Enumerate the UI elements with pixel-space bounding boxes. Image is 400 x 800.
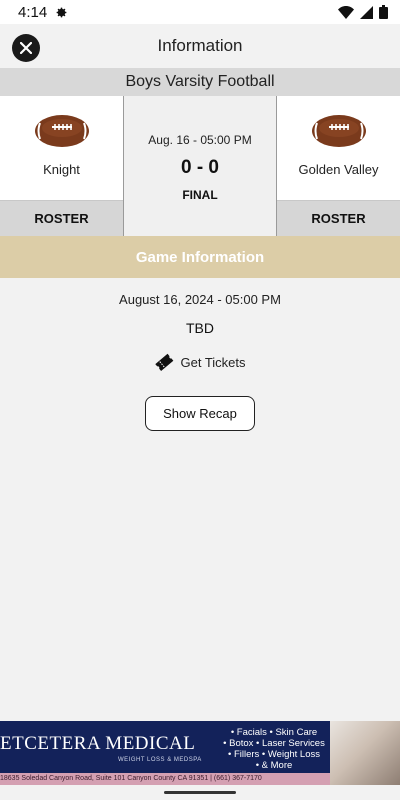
status-bar: 4:14: [0, 0, 400, 24]
game-information-banner: Game Information: [0, 236, 400, 278]
navigation-bar: [0, 785, 400, 800]
away-roster-button[interactable]: ROSTER: [277, 200, 400, 236]
matchup-panel: Knight ROSTER Aug. 16 - 05:00 PM 0 - 0 F…: [0, 96, 400, 236]
page-title: Information: [157, 36, 243, 55]
ad-brand: ETCETERA MEDICAL: [0, 733, 196, 754]
app-header: Information: [0, 24, 400, 68]
signal-icon: [360, 5, 373, 19]
ad-service-line: • & More: [255, 760, 293, 771]
ad-service-line: • Botox • Laser Services: [223, 738, 325, 749]
ad-photo: [330, 721, 400, 785]
away-team: Golden Valley ROSTER: [277, 96, 400, 236]
home-team-name: Knight: [43, 162, 80, 177]
home-team-card[interactable]: Knight: [0, 96, 123, 200]
status-time: 4:14: [18, 3, 48, 21]
game-status: FINAL: [182, 188, 218, 202]
battery-icon: [379, 5, 388, 19]
game-date-short: Aug. 16 - 05:00 PM: [148, 133, 252, 147]
get-tickets-link[interactable]: Get Tickets: [0, 352, 400, 372]
close-button[interactable]: [12, 34, 40, 62]
game-venue: TBD: [186, 320, 214, 336]
gear-icon: [56, 7, 67, 17]
ticket-icon: [155, 353, 174, 371]
show-recap-button[interactable]: Show Recap: [145, 396, 255, 431]
football-icon: [311, 115, 366, 147]
home-gesture-handle[interactable]: [164, 791, 236, 794]
score-panel: Aug. 16 - 05:00 PM 0 - 0 FINAL: [123, 96, 277, 236]
away-team-name: Golden Valley: [298, 162, 379, 177]
game-score: 0 - 0: [180, 157, 220, 178]
home-roster-button[interactable]: ROSTER: [0, 200, 123, 236]
home-team: Knight ROSTER: [0, 96, 123, 236]
get-tickets-label: Get Tickets: [180, 354, 246, 370]
ad-footer: 18635 Soledad Canyon Road, Suite 101 Can…: [0, 773, 330, 785]
status-icons: [338, 5, 388, 19]
advertisement-banner[interactable]: ETCETERA MEDICAL WEIGHT LOSS & MEDSPA • …: [0, 721, 400, 785]
ad-services: • Facials • Skin Care • Botox • Laser Se…: [218, 727, 330, 771]
ad-tagline: WEIGHT LOSS & MEDSPA: [118, 757, 202, 763]
game-date-full: August 16, 2024 - 05:00 PM: [119, 292, 281, 307]
football-icon: [34, 115, 89, 147]
ad-service-line: • Fillers • Weight Loss: [227, 749, 320, 760]
close-icon: [20, 42, 32, 54]
sport-title: Boys Varsity Football: [0, 68, 400, 96]
away-team-card[interactable]: Golden Valley: [277, 96, 400, 200]
ad-service-line: • Facials • Skin Care: [230, 727, 318, 738]
wifi-icon: [338, 5, 354, 19]
